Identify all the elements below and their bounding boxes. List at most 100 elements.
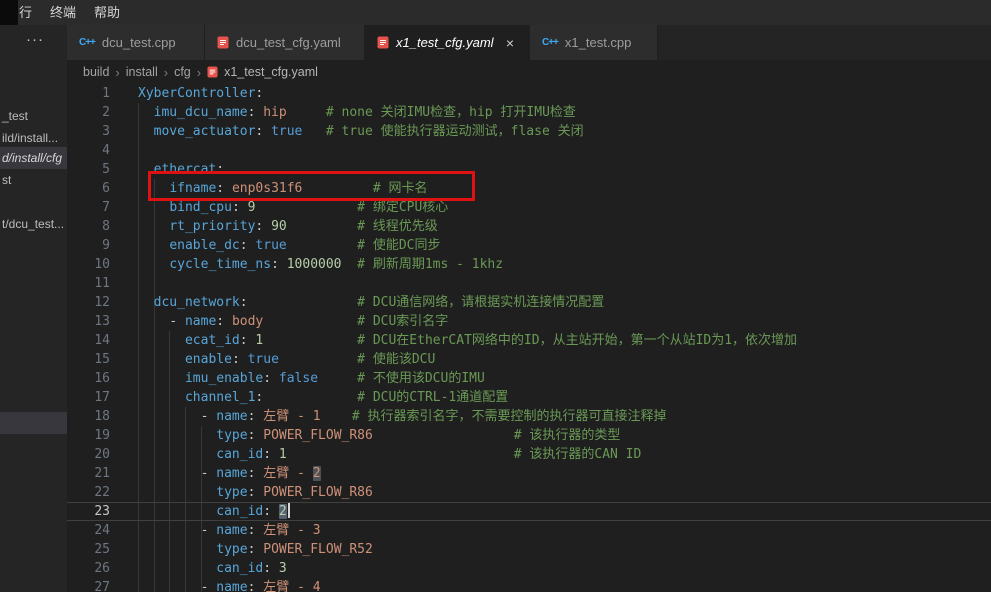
code-line[interactable]: 6 ifname: enp0s31f6 # 网卡名 — [67, 179, 991, 198]
code-line[interactable]: 26 can_id: 3 — [67, 559, 991, 578]
code-line[interactable]: 9 enable_dc: true # 使能DC同步 — [67, 236, 991, 255]
line-number[interactable]: 20 — [67, 445, 110, 464]
code-line[interactable]: 27 - name: 左臂 - 4 — [67, 578, 991, 592]
code-token: - — [201, 523, 217, 538]
sidebar-item[interactable]: t/dcu_test... — [0, 213, 67, 235]
line-number[interactable]: 8 — [67, 217, 110, 236]
code-token: ifname — [169, 181, 216, 196]
code-token — [138, 561, 216, 576]
line-number[interactable]: 19 — [67, 426, 110, 445]
more-actions-icon[interactable]: ··· — [26, 31, 44, 48]
line-number[interactable]: 5 — [67, 160, 110, 179]
code-token: - — [169, 314, 185, 329]
code-line[interactable]: 25 type: POWER_FLOW_R52 — [67, 540, 991, 559]
line-number[interactable]: 15 — [67, 350, 110, 369]
menu-item-terminal[interactable]: 终端 — [41, 0, 85, 25]
code-line[interactable]: 12 dcu_network: # DCU通信网络，请根据实机连接情况配置 — [67, 293, 991, 312]
line-number[interactable]: 10 — [67, 255, 110, 274]
code-line[interactable]: 10 cycle_time_ns: 1000000 # 刷新周期1ms - 1k… — [67, 255, 991, 274]
code-token: channel_1 — [185, 390, 255, 405]
code-token — [138, 238, 169, 253]
code-line[interactable]: 3 move_actuator: true # true 使能执行器运动测试，f… — [67, 122, 991, 141]
line-number[interactable]: 16 — [67, 369, 110, 388]
code-line[interactable]: 8 rt_priority: 90 # 线程优先级 — [67, 217, 991, 236]
line-number[interactable]: 9 — [67, 236, 110, 255]
line-number[interactable]: 11 — [67, 274, 110, 293]
line-number[interactable]: 7 — [67, 198, 110, 217]
menu-item-help[interactable]: 帮助 — [85, 0, 129, 25]
editor[interactable]: 1XyberController:2 imu_dcu_name: hip # n… — [67, 84, 991, 592]
code-line[interactable]: 16 imu_enable: false # 不使用该DCU的IMU — [67, 369, 991, 388]
line-number[interactable]: 21 — [67, 464, 110, 483]
code-line[interactable]: 20 can_id: 1 # 该执行器的CAN ID — [67, 445, 991, 464]
line-number[interactable]: 1 — [67, 84, 110, 103]
line-number[interactable]: 6 — [67, 179, 110, 198]
code-token: cycle_time_ns — [169, 257, 271, 272]
code-line[interactable]: 23 can_id: 2 — [67, 502, 991, 521]
code-token: name — [185, 314, 216, 329]
breadcrumb-segment[interactable]: cfg — [174, 65, 191, 79]
code-text: cycle_time_ns: 1000000 # 刷新周期1ms - 1khz — [138, 255, 503, 274]
close-icon[interactable]: × — [503, 35, 517, 51]
line-number[interactable]: 3 — [67, 122, 110, 141]
tab-label: x1_test_cfg.yaml — [396, 35, 494, 50]
code-token — [138, 371, 185, 386]
tab-dcu-test-cpp[interactable]: C++ dcu_test.cpp — [67, 25, 205, 60]
code-line[interactable]: 21 - name: 左臂 - 2 — [67, 464, 991, 483]
line-number[interactable]: 18 — [67, 407, 110, 426]
code-token: # DCU通信网络，请根据实机连接情况配置 — [248, 295, 605, 310]
code-token: # 使能DC同步 — [287, 238, 441, 253]
breadcrumb-segment[interactable]: build — [83, 65, 109, 79]
code-token: # DCU的CTRL-1通道配置 — [263, 390, 508, 405]
code-line[interactable]: 22 type: POWER_FLOW_R86 — [67, 483, 991, 502]
line-number[interactable]: 24 — [67, 521, 110, 540]
code-line[interactable]: 15 enable: true # 使能该DCU — [67, 350, 991, 369]
tab-dcu-test-cfg-yaml[interactable]: dcu_test_cfg.yaml — [205, 25, 365, 60]
code-token — [138, 447, 216, 462]
code-line[interactable]: 13 - name: body # DCU索引名字 — [67, 312, 991, 331]
tab-x1-test-cpp[interactable]: C++ x1_test.cpp — [530, 25, 658, 60]
sidebar-item[interactable]: _test — [0, 105, 67, 127]
code-token: hip — [263, 105, 286, 120]
code-line[interactable]: 2 imu_dcu_name: hip # none 关闭IMU检查，hip 打… — [67, 103, 991, 122]
line-number[interactable]: 14 — [67, 331, 110, 350]
code-line[interactable]: 1XyberController: — [67, 84, 991, 103]
breadcrumb-segment[interactable]: install — [126, 65, 158, 79]
line-number[interactable]: 25 — [67, 540, 110, 559]
code-text: - name: 左臂 - 2 — [138, 464, 321, 483]
line-number[interactable]: 23 — [67, 502, 110, 521]
sidebar-item-selected[interactable]: d/install/cfg — [0, 147, 67, 169]
code-text: ethercat: — [138, 160, 224, 179]
code-text: - name: body # DCU索引名字 — [138, 312, 448, 331]
line-number[interactable]: 12 — [67, 293, 110, 312]
sidebar-item-selected-empty[interactable] — [0, 412, 67, 434]
sidebar-item[interactable]: ild/install... — [0, 127, 67, 149]
code-line[interactable]: 14 ecat_id: 1 # DCU在EtherCAT网络中的ID，从主站开始… — [67, 331, 991, 350]
code-line[interactable]: 17 channel_1: # DCU的CTRL-1通道配置 — [67, 388, 991, 407]
line-number[interactable]: 13 — [67, 312, 110, 331]
code-line[interactable]: 5 ethercat: — [67, 160, 991, 179]
line-number[interactable]: 17 — [67, 388, 110, 407]
sidebar: ··· _test ild/install... d/install/cfg s… — [0, 25, 67, 592]
code-token: bind_cpu — [169, 200, 232, 215]
line-number[interactable]: 27 — [67, 578, 110, 592]
yaml-file-icon — [217, 36, 229, 49]
breadcrumb-file[interactable]: x1_test_cfg.yaml — [224, 65, 318, 79]
line-number[interactable]: 4 — [67, 141, 110, 160]
tab-bar: C++ dcu_test.cpp dcu_test_cfg.yaml x1_te… — [67, 25, 991, 60]
line-number[interactable]: 22 — [67, 483, 110, 502]
code-token — [138, 162, 154, 177]
code-line[interactable]: 11 — [67, 274, 991, 293]
code-line[interactable]: 18 - name: 左臂 - 1 # 执行器索引名字，不需要控制的执行器可直接… — [67, 407, 991, 426]
code-token: name — [216, 580, 247, 592]
line-number[interactable]: 26 — [67, 559, 110, 578]
tab-x1-test-cfg-yaml[interactable]: x1_test_cfg.yaml × — [365, 25, 530, 60]
code-token: : — [271, 257, 287, 272]
code-line[interactable]: 4 — [67, 141, 991, 160]
code-token: : — [248, 409, 264, 424]
sidebar-item[interactable]: st — [0, 169, 67, 191]
code-line[interactable]: 24 - name: 左臂 - 3 — [67, 521, 991, 540]
line-number[interactable]: 2 — [67, 103, 110, 122]
code-line[interactable]: 7 bind_cpu: 9 # 绑定CPU核心 — [67, 198, 991, 217]
code-line[interactable]: 19 type: POWER_FLOW_R86 # 该执行器的类型 — [67, 426, 991, 445]
